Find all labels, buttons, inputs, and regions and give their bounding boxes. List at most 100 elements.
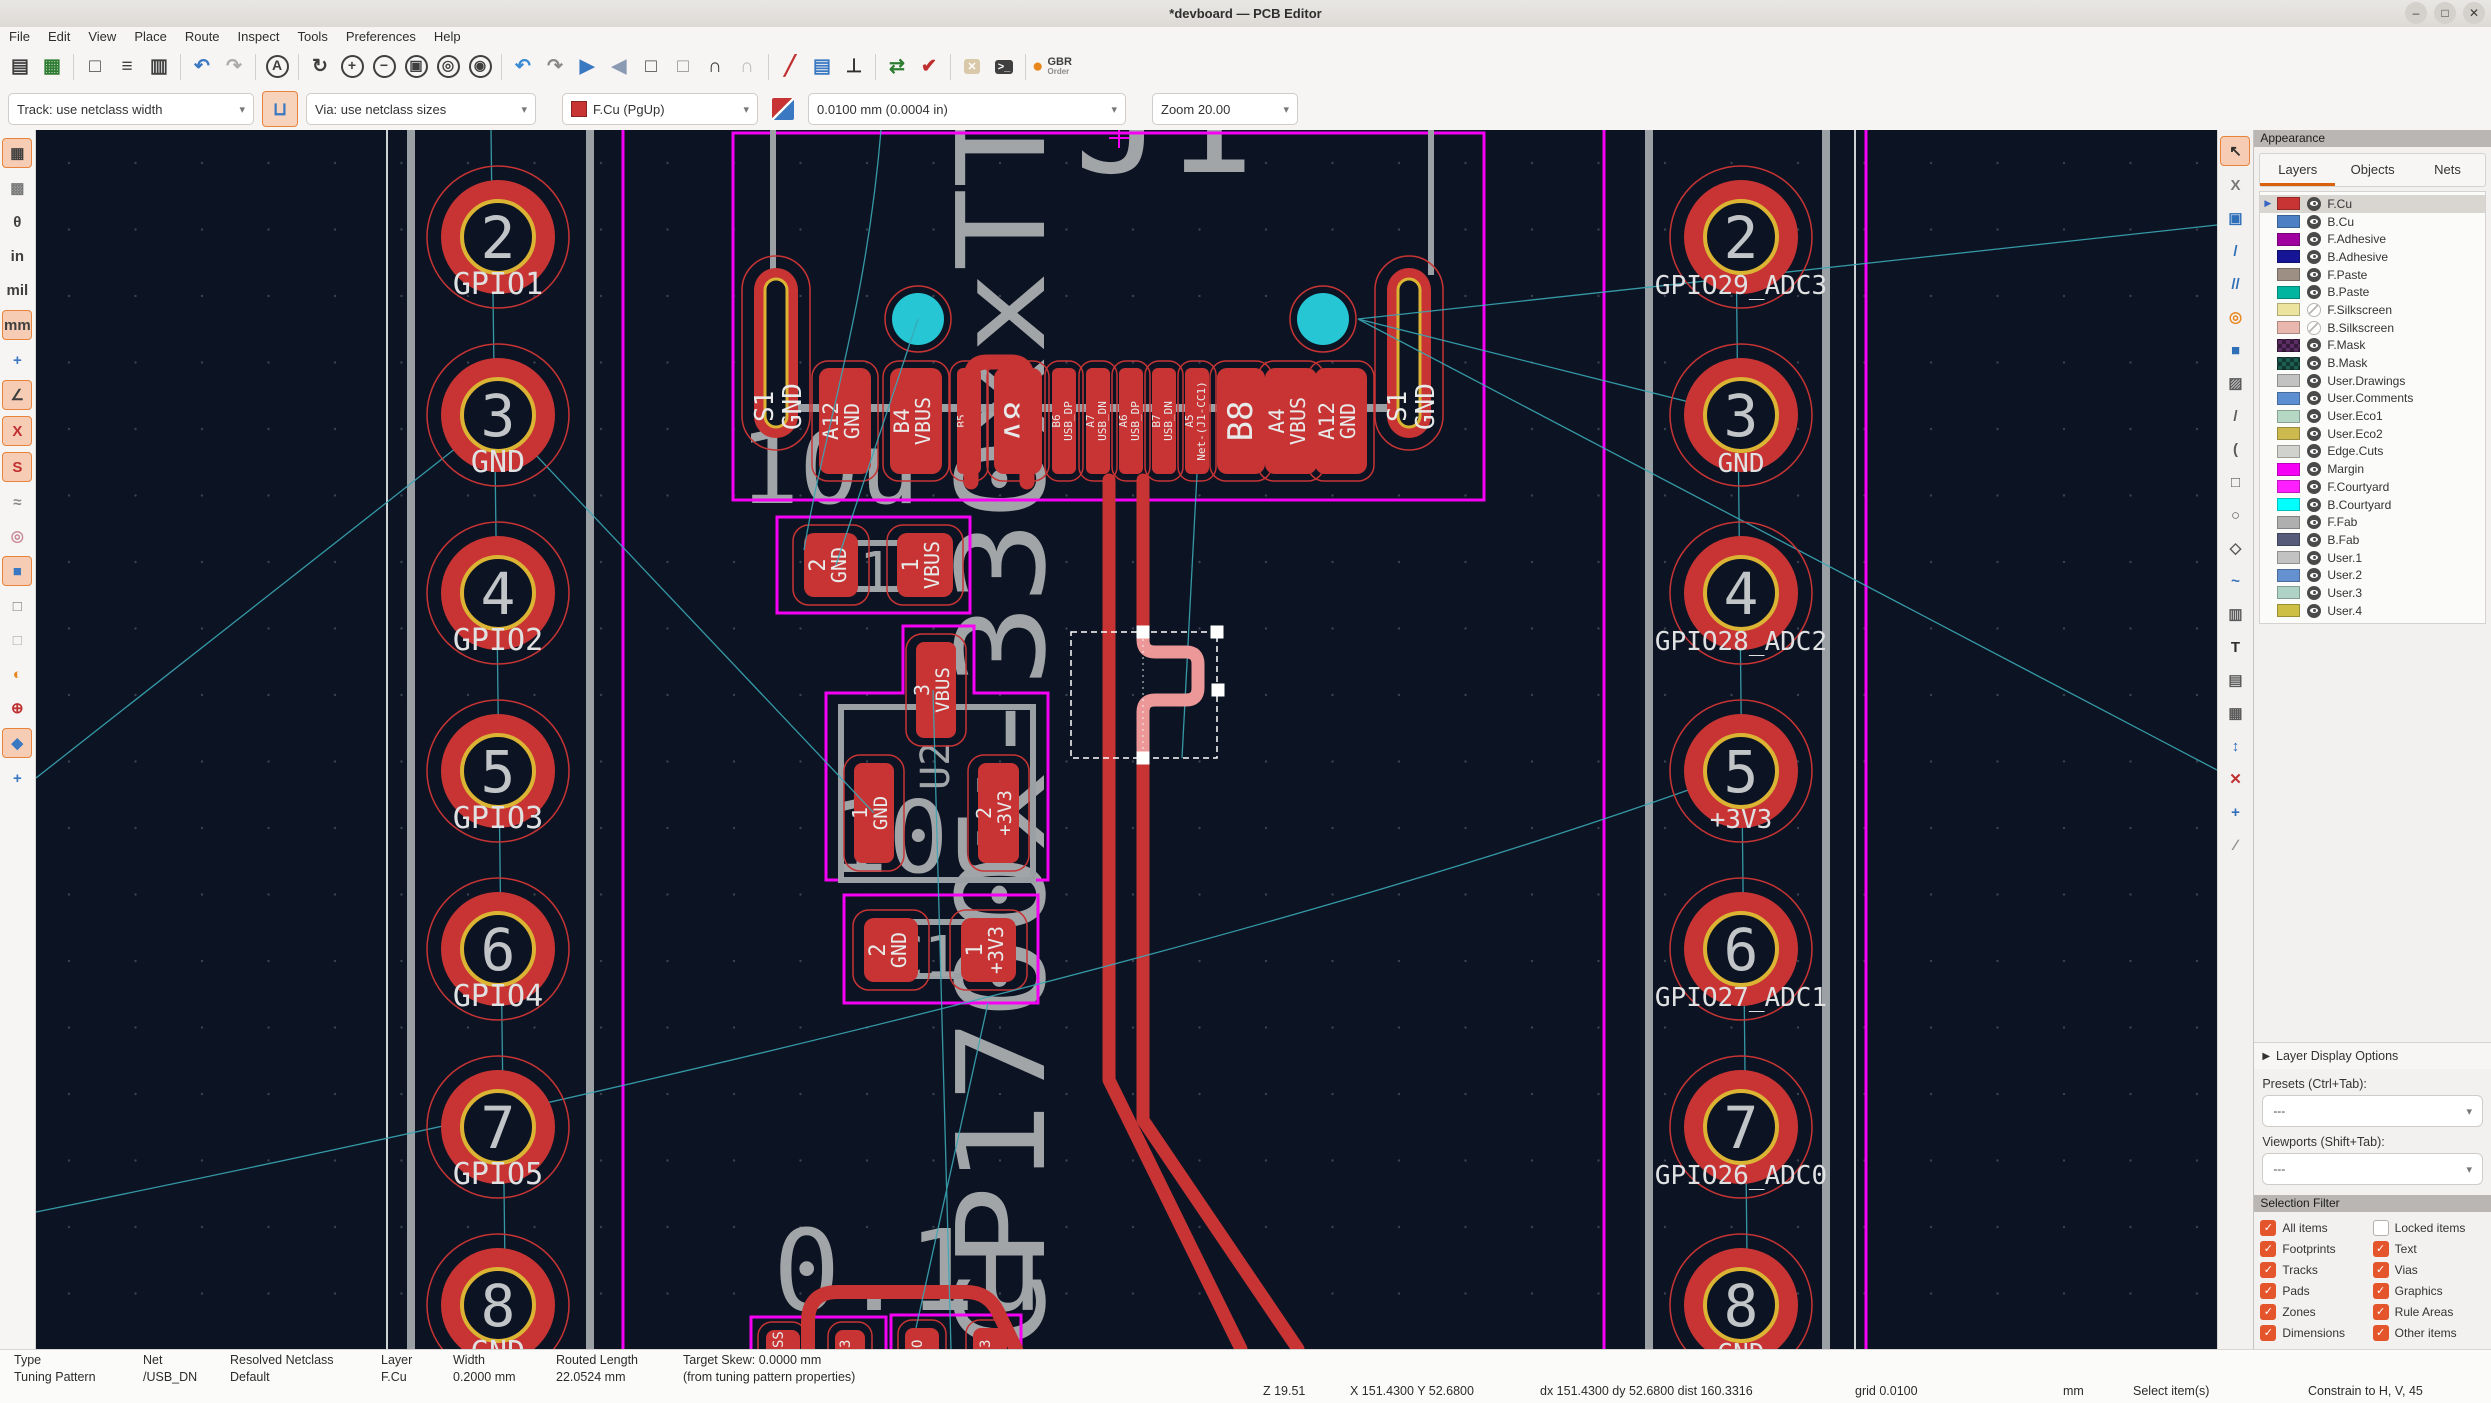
layer-row-b.paste[interactable]: B.Paste: [2260, 283, 2485, 301]
via-size-select[interactable]: Via: use netclass sizes ▾: [306, 93, 536, 125]
visibility-eye-icon[interactable]: [2307, 232, 2322, 247]
board-setup-button[interactable]: ▦: [37, 52, 67, 82]
layer-row-user.4[interactable]: User.4: [2260, 602, 2485, 620]
visibility-eye-icon[interactable]: [2307, 373, 2322, 388]
group-button[interactable]: □: [636, 52, 666, 82]
pads-opacity-button[interactable]: ◐: [3, 660, 31, 688]
grid-overrides-button[interactable]: ▩: [3, 174, 31, 202]
visibility-eye-icon[interactable]: [2307, 426, 2322, 441]
print-button[interactable]: ≡: [112, 52, 142, 82]
free-angle-mode-button[interactable]: ∠: [2, 380, 33, 410]
curved-ratsnest-button[interactable]: S: [2, 452, 33, 482]
rotate-ccw-button[interactable]: ↶: [508, 52, 538, 82]
layer-row-edge.cuts[interactable]: Edge.Cuts: [2260, 443, 2485, 461]
menu-preferences[interactable]: Preferences: [337, 29, 425, 44]
edit-track-via-properties-button[interactable]: ╱: [775, 52, 805, 82]
layer-color-swatch[interactable]: [2277, 338, 2301, 352]
design-rules-checker-button[interactable]: ✔: [914, 52, 944, 82]
zoom-fit-page-button[interactable]: ▣: [401, 52, 431, 82]
visibility-eye-icon[interactable]: [2307, 532, 2322, 547]
units-mm-button[interactable]: mm: [2, 310, 33, 340]
checkbox-icon[interactable]: ✓: [2372, 1304, 2389, 1320]
visibility-eye-icon[interactable]: [2307, 462, 2322, 477]
show-ratsnest-button[interactable]: X: [2, 416, 33, 446]
visibility-eye-icon[interactable]: [2307, 585, 2322, 600]
menu-tools[interactable]: Tools: [288, 29, 336, 44]
vias-opacity-button[interactable]: ⊕: [3, 694, 31, 722]
visibility-hidden-icon[interactable]: [2307, 320, 2322, 335]
grid-select[interactable]: 0.0100 mm (0.0004 in) ▾: [808, 93, 1126, 125]
units-inches-button[interactable]: in: [3, 242, 31, 270]
refresh-view-button[interactable]: ↻: [305, 52, 335, 82]
layer-row-f.cu[interactable]: ▶ F.Cu: [2260, 195, 2485, 213]
menu-file[interactable]: File: [0, 29, 39, 44]
order-gerbers-button[interactable]: ● GBR Order: [1032, 52, 1072, 82]
auto-track-width-toggle[interactable]: ⊔: [262, 91, 298, 127]
lock-button[interactable]: ∩: [700, 52, 730, 82]
mirror-button[interactable]: ◀: [604, 52, 634, 82]
through-hole-pad[interactable]: 2GPIO1: [425, 165, 570, 309]
draw-polygon-tool-button[interactable]: ◇: [2221, 534, 2249, 562]
route-differential-pairs-tool-button[interactable]: //: [2221, 270, 2249, 298]
zoom-fit-objects-button[interactable]: ◎: [433, 52, 463, 82]
layer-row-f.silkscreen[interactable]: F.Silkscreen: [2260, 301, 2485, 319]
through-hole-pad[interactable]: 6GPIO4: [425, 877, 570, 1021]
layer-row-user.comments[interactable]: User.Comments: [2260, 390, 2485, 408]
layer-color-swatch[interactable]: [2277, 533, 2301, 547]
layer-row-f.mask[interactable]: F.Mask: [2260, 337, 2485, 355]
unlock-button[interactable]: ∩: [732, 52, 762, 82]
layer-color-swatch[interactable]: [2277, 409, 2301, 423]
filter-tracks[interactable]: ✓ Tracks: [2260, 1262, 2372, 1278]
layer-color-swatch[interactable]: [2277, 568, 2301, 582]
layer-color-swatch[interactable]: [2277, 356, 2301, 370]
menu-edit[interactable]: Edit: [39, 29, 79, 44]
checkbox-icon[interactable]: [2372, 1220, 2389, 1236]
layer-color-swatch[interactable]: [2277, 462, 2301, 476]
place-text-tool-button[interactable]: T: [2221, 633, 2249, 661]
menu-route[interactable]: Route: [176, 29, 229, 44]
usb-smd-pads[interactable]: A12GND B4VBUS B5 Net-(J1-CC2) A8 B6 USB_DP A7 US…: [810, 360, 1375, 482]
layer-color-swatch[interactable]: [2277, 427, 2301, 441]
layer-pairs-toggle[interactable]: [766, 92, 800, 126]
through-hole-pad[interactable]: 3GND: [425, 343, 570, 487]
minimize-button[interactable]: –: [2405, 2, 2427, 24]
active-layer-select[interactable]: F.Cu (PgUp) ▾: [562, 93, 758, 125]
route-tracks-tool-button[interactable]: /: [2221, 237, 2249, 265]
layer-row-user.2[interactable]: User.2: [2260, 566, 2485, 584]
layer-color-swatch[interactable]: [2277, 303, 2301, 317]
layer-row-user.eco2[interactable]: User.Eco2: [2260, 425, 2485, 443]
checkbox-icon[interactable]: ✓: [2372, 1325, 2389, 1341]
maximize-button[interactable]: □: [2434, 2, 2456, 24]
usb-pad-b8[interactable]: B8: [1208, 360, 1273, 482]
properties-panel-button[interactable]: +: [3, 764, 31, 792]
filter-dimensions[interactable]: ✓ Dimensions: [2260, 1325, 2372, 1341]
layer-color-swatch[interactable]: [2277, 215, 2301, 229]
zone-display-filled-button[interactable]: ■: [2, 556, 33, 586]
layer-row-b.courtyard[interactable]: B.Courtyard: [2260, 496, 2485, 514]
layer-color-swatch[interactable]: [2277, 515, 2301, 529]
through-hole-pad[interactable]: 5+3V3: [1668, 699, 1813, 843]
ungroup-button[interactable]: □: [668, 52, 698, 82]
visibility-eye-icon[interactable]: [2307, 285, 2322, 300]
filter-vias[interactable]: ✓ Vias: [2372, 1262, 2485, 1278]
draw-line-tool-button[interactable]: /: [2221, 402, 2249, 430]
zoom-to-selection-button[interactable]: ◉: [465, 52, 495, 82]
close-button[interactable]: ✕: [2463, 2, 2485, 24]
draw-rule-area-tool-button[interactable]: ▨: [2221, 369, 2249, 397]
layer-row-f.adhesive[interactable]: F.Adhesive: [2260, 230, 2485, 248]
through-hole-pad[interactable]: 7GPIO5: [425, 1055, 570, 1199]
visibility-eye-icon[interactable]: [2307, 515, 2322, 530]
tab-layers[interactable]: Layers: [2260, 154, 2336, 186]
place-via-tool-button[interactable]: ◎: [2221, 303, 2249, 331]
draw-bezier-tool-button[interactable]: ~: [2221, 567, 2249, 595]
filter-pads[interactable]: ✓ Pads: [2260, 1283, 2372, 1299]
visibility-eye-icon[interactable]: [2307, 603, 2322, 618]
visibility-eye-icon[interactable]: [2307, 267, 2322, 282]
usb-pad-a12[interactable]: A12GND: [1306, 360, 1375, 482]
checkbox-icon[interactable]: ✓: [2260, 1283, 2277, 1299]
page-settings-button[interactable]: □: [80, 52, 110, 82]
layer-color-swatch[interactable]: [2277, 321, 2301, 335]
layer-color-swatch[interactable]: [2277, 498, 2301, 512]
visibility-eye-icon[interactable]: [2307, 196, 2322, 211]
filter-all-items[interactable]: ✓ All items: [2260, 1220, 2372, 1236]
